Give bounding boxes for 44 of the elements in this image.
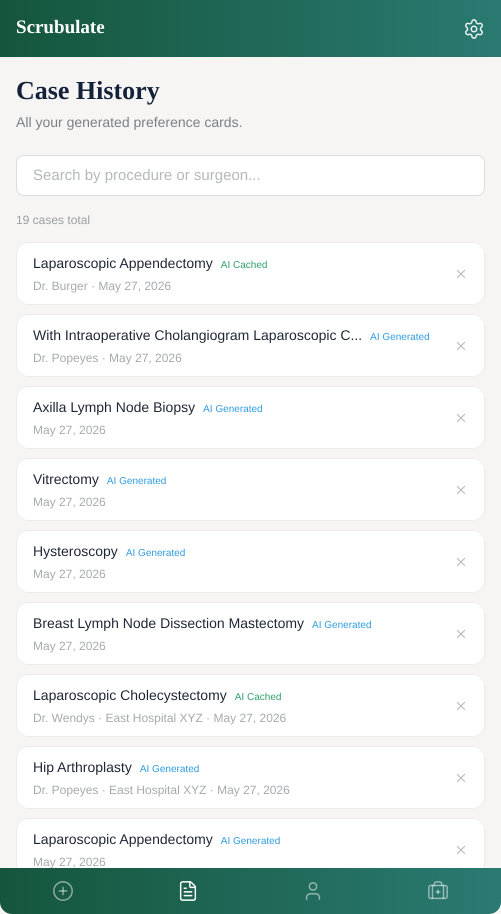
case-card[interactable]: Axilla Lymph Node Biopsy AI Generated May 27, 2026 bbox=[16, 386, 485, 449]
status-tag: AI Generated bbox=[140, 762, 200, 776]
case-details: May 27, 2026 bbox=[33, 638, 107, 654]
search-field[interactable]: Search by procedure or surgeon... bbox=[16, 155, 485, 196]
app-title: Scrubulate bbox=[16, 16, 105, 40]
page-subtitle: All your generated preference cards. bbox=[16, 113, 244, 132]
case-card[interactable]: Hysteroscopy AI Generated May 27, 2026 bbox=[16, 530, 485, 593]
case-title: Laparoscopic Appendectomy bbox=[33, 254, 213, 273]
case-title: Hysteroscopy bbox=[33, 542, 118, 561]
case-details: May 27, 2026 bbox=[33, 422, 107, 438]
case-title: Hip Arthroplasty bbox=[33, 758, 132, 777]
case-title: Vitrectomy bbox=[33, 470, 99, 489]
case-details: Dr. Wendys · East Hospital XYZ · May 27, 2026 bbox=[33, 710, 288, 726]
status-tag: AI Generated bbox=[370, 330, 430, 344]
case-card[interactable]: Laparoscopic Cholecystectomy AI Cached Dr. Wendys · East Hospital XYZ · May 27, 2026 bbox=[16, 674, 485, 737]
case-card[interactable]: Laparoscopic Appendectomy AI Cached Dr. Burger · May 27, 2026 bbox=[16, 242, 485, 305]
case-title: Axilla Lymph Node Biopsy bbox=[33, 398, 196, 417]
case-card[interactable]: Hip Arthroplasty AI Generated Dr. Popeyes · East Hospital XYZ · May 27, 2026 bbox=[16, 746, 485, 809]
case-card[interactable]: With Intraoperative Cholangiogram Laparoscopic C... AI Generated Dr. Popeyes · May 27, 2026 bbox=[16, 314, 485, 377]
case-details: May 27, 2026 bbox=[33, 854, 107, 868]
status-tag: AI Generated bbox=[220, 834, 280, 848]
status-tag: AI Cached bbox=[220, 258, 268, 272]
briefcase-icon[interactable] bbox=[427, 880, 450, 902]
status-tag: AI Generated bbox=[312, 618, 372, 632]
case-details: Dr. Burger · May 27, 2026 bbox=[33, 278, 172, 294]
case-title: Breast Lymph Node Dissection Mastectomy bbox=[33, 614, 304, 633]
case-details: Dr. Popeyes · East Hospital XYZ · May 27, 2026 bbox=[33, 782, 291, 798]
case-card[interactable]: Laparoscopic Appendectomy AI Generated May 27, 2026 bbox=[16, 818, 485, 868]
status-tag: AI Generated bbox=[106, 474, 166, 488]
status-tag: AI Generated bbox=[203, 402, 263, 416]
case-card[interactable]: Breast Lymph Node Dissection Mastectomy AI Generated May 27, 2026 bbox=[16, 602, 485, 665]
add-icon[interactable] bbox=[52, 880, 74, 902]
case-title: With Intraoperative Cholangiogram Laparoscopic C... bbox=[33, 326, 362, 345]
case-title: Laparoscopic Appendectomy bbox=[33, 830, 213, 849]
case-details: May 27, 2026 bbox=[33, 566, 107, 582]
case-details: Dr. Popeyes · May 27, 2026 bbox=[33, 350, 183, 366]
status-tag: AI Cached bbox=[234, 690, 282, 704]
case-title: Laparoscopic Cholecystectomy bbox=[33, 686, 227, 705]
case-card[interactable]: Vitrectomy AI Generated May 27, 2026 bbox=[16, 458, 485, 521]
case-details: May 27, 2026 bbox=[33, 494, 107, 510]
case-count: 19 cases total bbox=[16, 212, 92, 229]
settings-icon[interactable] bbox=[463, 18, 485, 40]
page-title: Case History bbox=[16, 75, 161, 107]
status-tag: AI Generated bbox=[126, 546, 186, 560]
